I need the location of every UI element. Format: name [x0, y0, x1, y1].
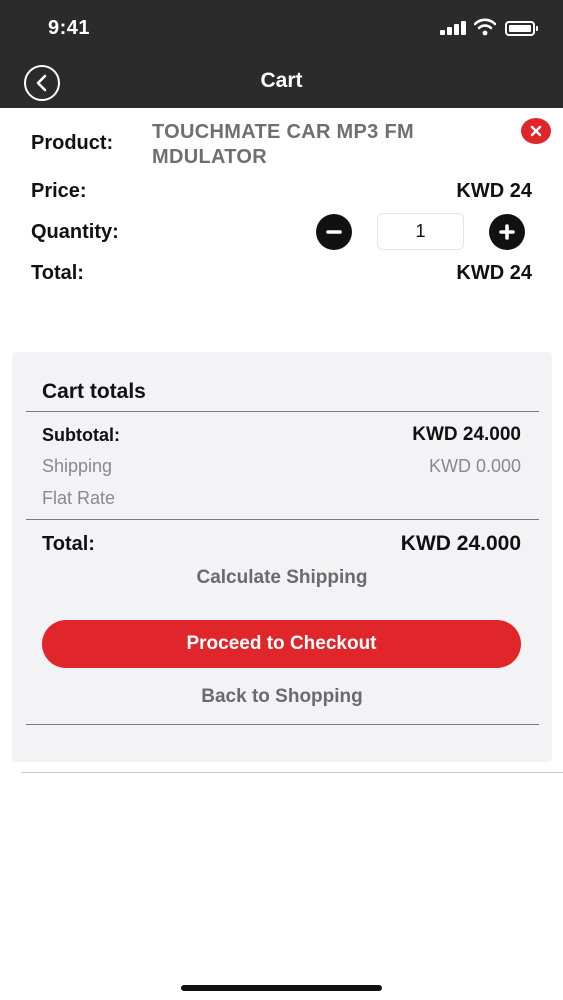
remove-item-button[interactable]	[521, 118, 551, 144]
page-title: Cart	[260, 69, 303, 92]
divider	[26, 519, 539, 520]
increase-quantity-button[interactable]	[489, 214, 525, 250]
wifi-icon	[473, 18, 497, 36]
subtotal-label: Subtotal:	[42, 425, 120, 445]
shipping-value: KWD 0.000	[428, 456, 521, 476]
shipping-label: Shipping	[42, 456, 113, 476]
calculate-shipping-link[interactable]: Calculate Shipping	[12, 567, 552, 589]
shipping-method: Flat Rate	[42, 488, 116, 508]
proceed-to-checkout-button[interactable]: Proceed to Checkout	[42, 620, 521, 668]
minus-icon	[326, 230, 342, 234]
divider	[26, 411, 539, 412]
grand-total-label: Total:	[42, 533, 95, 555]
close-icon	[530, 125, 542, 137]
status-time: 9:41	[48, 17, 91, 39]
status-bar: 9:41	[0, 0, 563, 55]
subtotal-value: KWD 24.000	[412, 424, 521, 445]
cart-totals-heading: Cart totals	[42, 380, 146, 403]
grand-total-value: KWD 24.000	[400, 532, 521, 555]
quantity-label: Quantity:	[31, 221, 119, 243]
product-name[interactable]: TOUCHMATE CAR MP3 FM MDULATOR	[152, 120, 492, 170]
back-to-shopping-link[interactable]: Back to Shopping	[12, 686, 552, 708]
quantity-input[interactable]	[377, 213, 464, 250]
divider	[22, 772, 563, 773]
nav-bar: Cart	[0, 55, 563, 108]
item-total-label: Total:	[31, 262, 84, 284]
home-indicator[interactable]	[181, 985, 382, 991]
cart-totals-panel: Cart totals Subtotal: KWD 24.000 Shippin…	[12, 352, 552, 762]
decrease-quantity-button[interactable]	[316, 214, 352, 250]
product-label: Product:	[31, 132, 114, 154]
item-total-value: KWD 24	[456, 262, 532, 284]
signal-icon	[440, 21, 466, 35]
battery-icon	[505, 21, 538, 36]
divider	[26, 724, 539, 725]
price-value: KWD 24	[456, 180, 532, 202]
price-label: Price:	[31, 180, 87, 202]
plus-icon	[499, 224, 515, 240]
